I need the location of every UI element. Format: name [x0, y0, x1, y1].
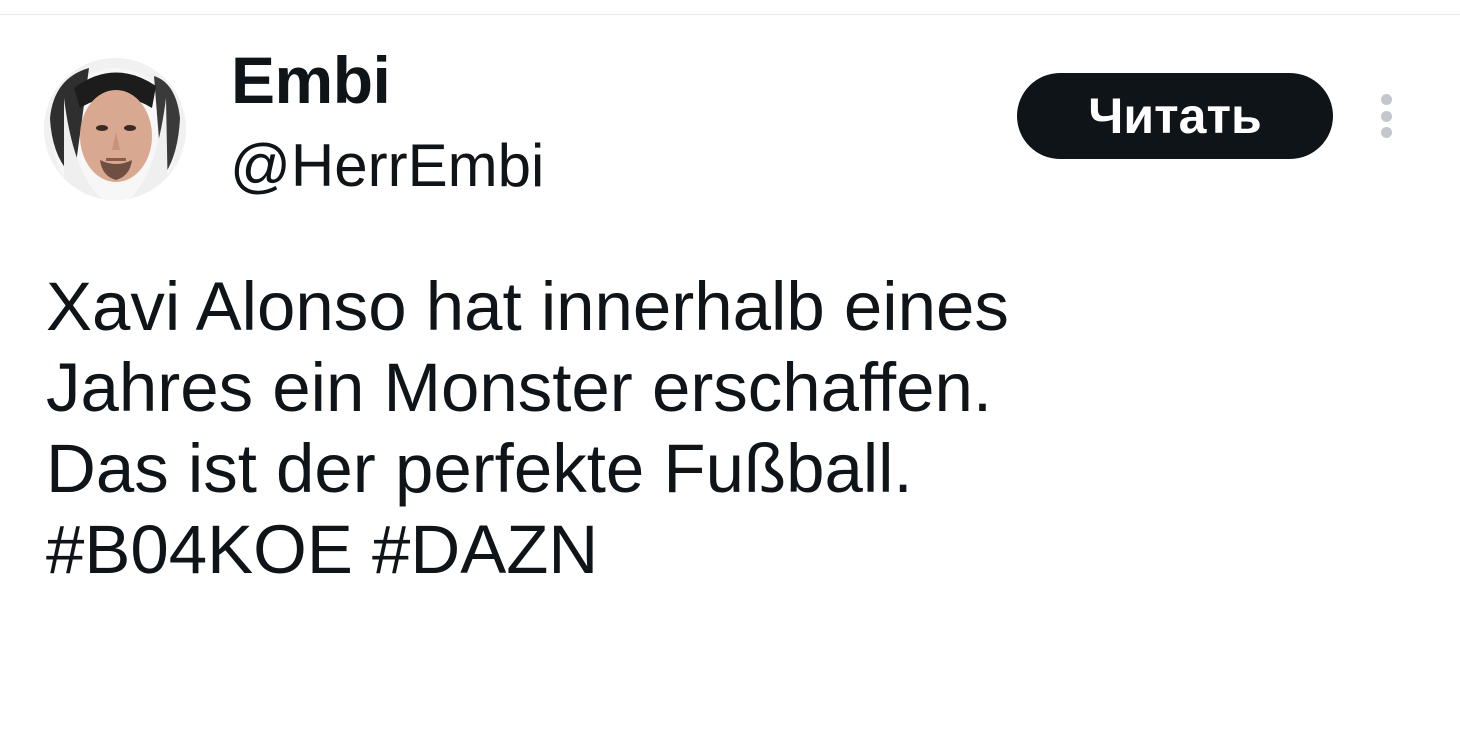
top-divider — [0, 14, 1460, 15]
author-display-name[interactable]: Embi — [231, 40, 391, 120]
tweet-text-line: Xavi Alonso hat innerhalb eines — [46, 268, 1009, 345]
more-vertical-icon — [1380, 94, 1392, 105]
more-vertical-icon — [1380, 110, 1392, 122]
hashtag-row: #B04KOE #DAZN — [46, 509, 1416, 590]
more-options-button[interactable] — [1366, 88, 1406, 144]
avatar-image — [44, 58, 186, 200]
tweet-text-line: Jahres ein Monster erschaffen. — [46, 349, 993, 426]
more-vertical-icon — [1380, 127, 1392, 138]
tweet-text: Xavi Alonso hat innerhalb eines Jahres e… — [46, 266, 1416, 590]
hashtag-link[interactable]: #B04KOE — [46, 511, 353, 588]
hashtag-link[interactable]: #DAZN — [372, 511, 598, 588]
tweet-card: Embi @HerrEmbi Читать Xavi Alonso hat in… — [0, 0, 1460, 739]
follow-button[interactable]: Читать — [1017, 73, 1333, 159]
tweet-text-line: Das ist der perfekte Fußball. — [46, 430, 913, 507]
author-handle[interactable]: @HerrEmbi — [230, 126, 544, 206]
avatar[interactable] — [44, 58, 186, 200]
